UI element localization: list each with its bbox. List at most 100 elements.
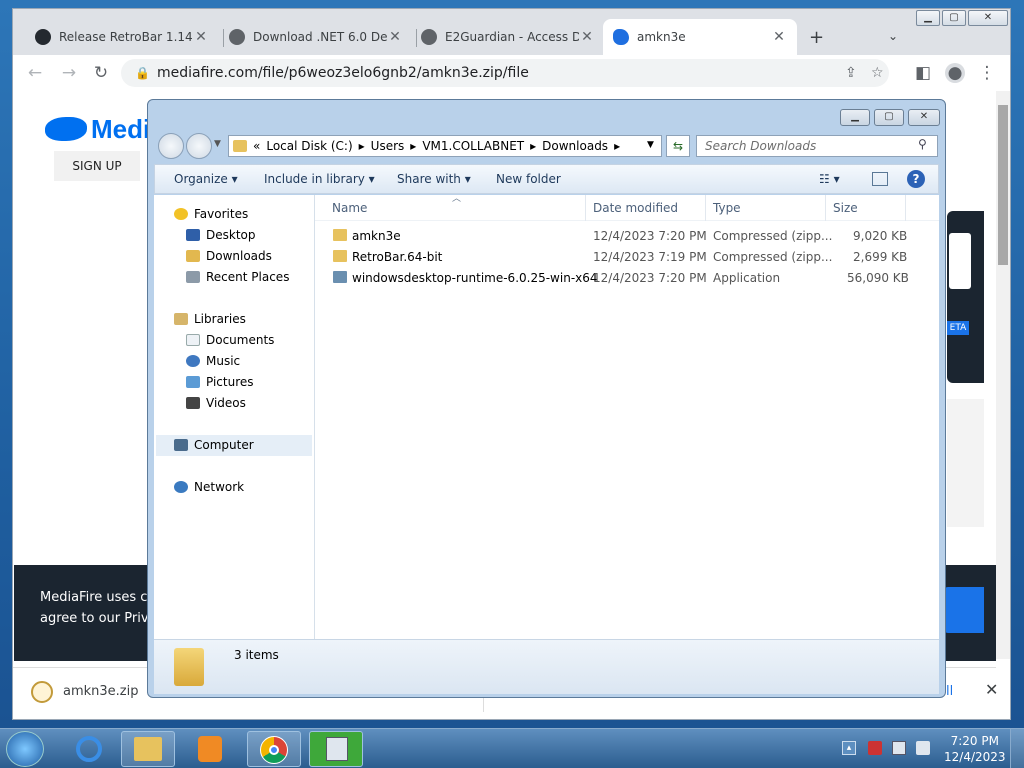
include-in-library-button[interactable]: Include in library ▾ <box>264 172 375 186</box>
tab-retrobar[interactable]: Release RetroBar 1.14 · c ✕ <box>25 19 219 55</box>
column-divider[interactable] <box>705 195 706 221</box>
file-date: 12/4/2023 7:20 PM <box>593 229 707 243</box>
tab-dotnet[interactable]: Download .NET 6.0 Desk ✕ <box>219 19 413 55</box>
signup-button[interactable]: SIGN UP <box>54 151 140 181</box>
new-tab-button[interactable]: + <box>809 27 824 48</box>
share-icon[interactable]: ⇪ <box>845 59 857 87</box>
address-dropdown-icon[interactable]: ▼ <box>647 140 654 150</box>
side-panel-icon[interactable]: ◧ <box>913 63 933 83</box>
beta-badge: ETA <box>947 321 969 335</box>
column-divider[interactable] <box>585 195 586 221</box>
page-card <box>947 399 984 527</box>
action-center-flag-icon[interactable] <box>868 741 882 755</box>
nav-recent-places[interactable]: Recent Places <box>186 270 289 284</box>
nav-label: Pictures <box>206 375 254 389</box>
file-row[interactable]: RetroBar.64-bit 12/4/2023 7:19 PM Compre… <box>315 247 939 268</box>
taskbar-explorer-icon[interactable] <box>121 731 175 767</box>
column-name[interactable]: Name <box>332 201 367 215</box>
nav-desktop[interactable]: Desktop <box>186 228 256 242</box>
tab-search-chevron-icon[interactable]: ⌄ <box>888 29 898 43</box>
minimize-button[interactable]: ▁ <box>916 10 940 26</box>
nav-computer[interactable]: Computer <box>174 438 254 452</box>
column-divider[interactable] <box>905 195 906 221</box>
recent-pages-chevron-icon[interactable]: ▼ <box>214 139 221 149</box>
close-icon[interactable]: ✕ <box>771 29 787 45</box>
column-divider[interactable] <box>825 195 826 221</box>
share-with-button[interactable]: Share with ▾ <box>397 172 471 186</box>
nav-music[interactable]: Music <box>186 354 240 368</box>
explorer-close-button[interactable]: ✕ <box>908 109 940 126</box>
mediafire-flame-icon <box>45 117 87 141</box>
nav-pictures[interactable]: Pictures <box>186 375 254 389</box>
scrollbar-thumb[interactable] <box>998 105 1008 265</box>
explorer-maximize-button[interactable]: ▢ <box>874 109 904 126</box>
organize-button[interactable]: Organize ▾ <box>174 172 238 186</box>
page-scrollbar[interactable] <box>996 91 1010 659</box>
tab-e2guardian[interactable]: E2Guardian - Access Der ✕ <box>411 19 605 55</box>
github-icon <box>35 29 51 45</box>
start-orb-icon[interactable] <box>6 731 44 767</box>
file-row[interactable]: windowsdesktop-runtime-6.0.25-win-x64 12… <box>315 268 939 289</box>
breadcrumb-arrow-icon[interactable]: ▸ <box>410 139 416 153</box>
tab-amkn3e[interactable]: amkn3e ✕ <box>603 19 797 55</box>
cookie-accept-button[interactable] <box>944 587 984 633</box>
breadcrumb-overflow-icon[interactable]: « <box>253 139 260 153</box>
search-icon[interactable]: ⚲ <box>918 137 927 151</box>
breadcrumb-arrow-icon[interactable]: ▸ <box>530 139 536 153</box>
taskbar-installer-icon[interactable] <box>309 731 363 767</box>
nav-downloads[interactable]: Downloads <box>186 249 272 263</box>
search-input[interactable]: Search Downloads <box>696 135 938 157</box>
breadcrumb-item[interactable]: Local Disk (C:) <box>266 139 352 153</box>
column-header-row: Name ︿ Date modified Type Size <box>315 194 939 221</box>
refresh-icon[interactable]: ⇆ <box>666 135 690 157</box>
downloads-folder-icon <box>186 250 200 262</box>
network-tray-icon[interactable] <box>892 741 906 755</box>
explorer-minimize-button[interactable]: ▁ <box>840 109 870 126</box>
new-folder-button[interactable]: New folder <box>496 172 561 186</box>
show-desktop-button[interactable] <box>1010 729 1024 768</box>
file-row[interactable]: amkn3e 12/4/2023 7:20 PM Compressed (zip… <box>315 226 939 247</box>
show-hidden-icons-icon[interactable]: ▴ <box>842 741 856 755</box>
help-icon[interactable]: ? <box>907 170 925 188</box>
forward-button[interactable] <box>186 133 212 159</box>
nav-favorites[interactable]: Favorites <box>174 207 248 221</box>
system-clock[interactable]: 7:20 PM 12/4/2023 <box>944 733 1006 765</box>
back-arrow-icon[interactable]: ← <box>25 63 45 83</box>
nav-libraries[interactable]: Libraries <box>174 312 246 326</box>
sort-ascending-icon: ︿ <box>452 194 462 204</box>
menu-kebab-icon[interactable]: ⋮ <box>977 63 997 83</box>
taskbar-media-player-icon[interactable] <box>182 731 236 767</box>
close-icon[interactable]: ✕ <box>579 29 595 45</box>
nav-documents[interactable]: Documents <box>186 333 274 347</box>
reload-icon[interactable]: ↻ <box>91 63 111 83</box>
breadcrumb-arrow-icon[interactable]: ▸ <box>614 139 620 153</box>
view-options-icon[interactable]: ☷ ▾ <box>819 172 840 186</box>
close-icon[interactable]: ✕ <box>387 29 403 45</box>
breadcrumb-item[interactable]: Downloads <box>542 139 608 153</box>
chrome-center-icon <box>269 745 279 755</box>
nav-videos[interactable]: Videos <box>186 396 246 410</box>
profile-avatar-icon[interactable]: ● <box>945 63 965 83</box>
breadcrumb-arrow-icon[interactable]: ▸ <box>359 139 365 153</box>
close-button[interactable]: ✕ <box>968 10 1008 26</box>
download-item-name[interactable]: amkn3e.zip <box>63 684 139 699</box>
forward-arrow-icon[interactable]: → <box>59 63 79 83</box>
column-size[interactable]: Size <box>833 201 858 215</box>
preview-pane-icon[interactable] <box>872 172 888 186</box>
column-type[interactable]: Type <box>713 201 741 215</box>
nav-network[interactable]: Network <box>174 480 244 494</box>
back-button[interactable] <box>158 133 184 159</box>
volume-muted-icon[interactable] <box>916 741 930 755</box>
bookmark-star-icon[interactable]: ☆ <box>871 59 884 87</box>
close-download-bar-icon[interactable]: ✕ <box>985 680 998 699</box>
address-bar[interactable]: 🔒 mediafire.com/file/p6weoz3elo6gnb2/amk… <box>121 59 889 87</box>
taskbar-chrome-icon[interactable] <box>247 731 301 767</box>
taskbar-internet-explorer-icon[interactable] <box>62 731 116 767</box>
tab-title: Download .NET 6.0 Desk <box>253 30 387 44</box>
breadcrumb-item[interactable]: VM1.COLLABNET <box>422 139 524 153</box>
breadcrumb-item[interactable]: Users <box>371 139 405 153</box>
column-date-modified[interactable]: Date modified <box>593 201 678 215</box>
close-icon[interactable]: ✕ <box>193 29 209 45</box>
maximize-button[interactable]: ▢ <box>942 10 966 26</box>
address-breadcrumb[interactable]: « Local Disk (C:) ▸ Users ▸ VM1.COLLABNET ▸… <box>228 135 662 157</box>
